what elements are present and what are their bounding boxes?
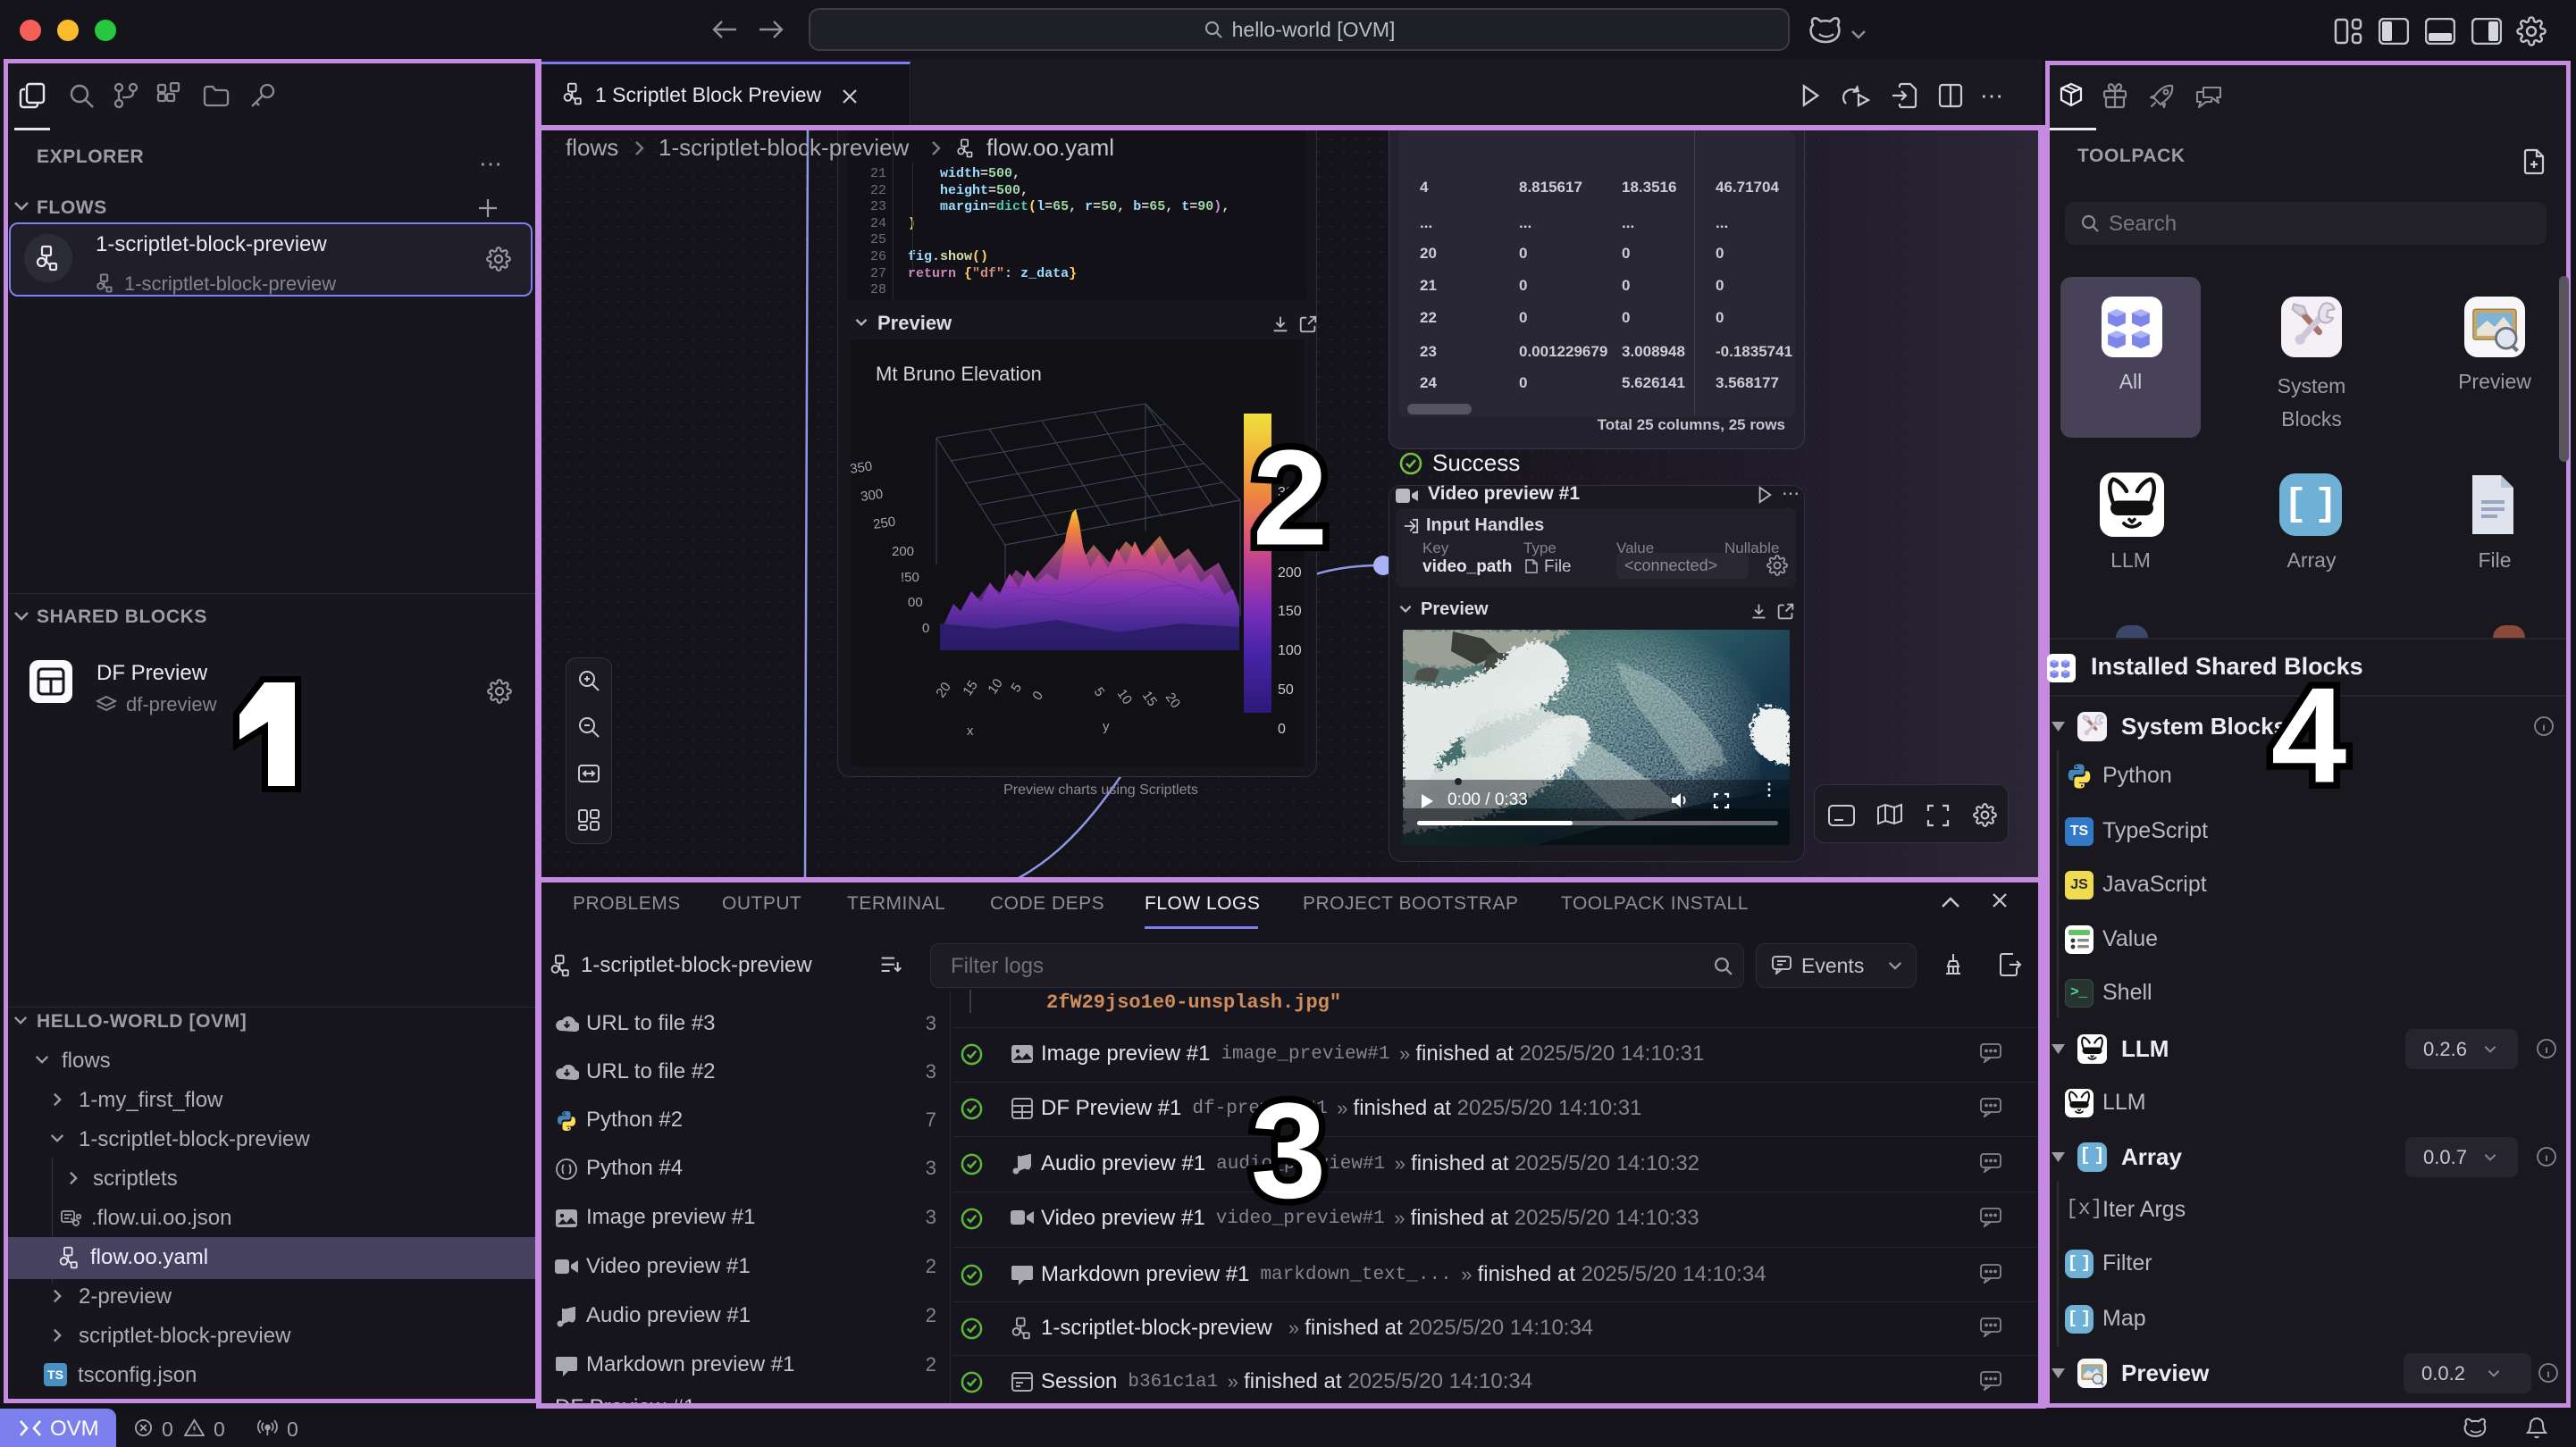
svg-text:!50: !50 [901,570,919,585]
svg-text:150: 150 [1278,604,1302,619]
svg-text:100: 100 [1278,643,1302,658]
svg-text:15: 15 [960,678,980,698]
svg-text:20: 20 [933,680,953,700]
svg-text:15: 15 [1139,689,1160,709]
svg-text:10: 10 [985,676,1005,697]
svg-text:x: x [967,724,974,739]
svg-text:0: 0 [922,621,929,636]
svg-text:5: 5 [1091,685,1108,700]
svg-text:350: 350 [851,459,873,477]
svg-text:300: 300 [860,487,884,505]
svg-text:5: 5 [1008,681,1025,696]
svg-text:0: 0 [1029,689,1046,704]
svg-text:200: 200 [892,544,914,559]
svg-text:y: y [1103,719,1110,734]
svg-text:10: 10 [1114,687,1135,707]
svg-text:00: 00 [908,595,923,610]
svg-text:Mt Bruno Elevation: Mt Bruno Elevation [876,363,1042,385]
svg-text:50: 50 [1278,682,1294,698]
svg-text:0: 0 [1278,722,1286,737]
svg-text:20: 20 [1162,690,1183,711]
svg-text:250: 250 [872,514,896,532]
